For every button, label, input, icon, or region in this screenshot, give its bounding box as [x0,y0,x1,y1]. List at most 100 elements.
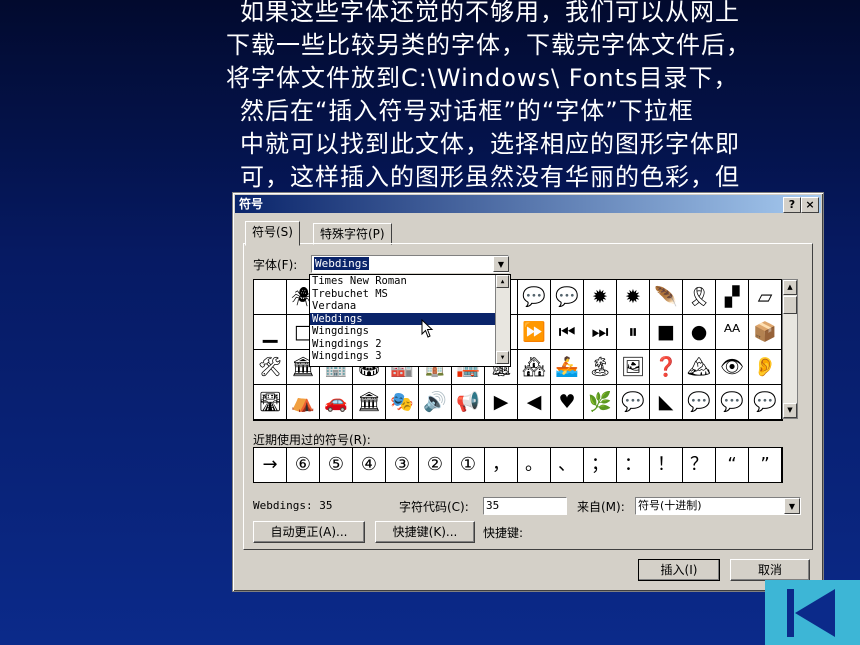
symbol-cell[interactable]: 👁 [716,350,749,385]
recent-symbol[interactable]: ② [419,448,452,482]
symbol-cell[interactable]: ♥ [551,385,584,420]
symbol-cell[interactable]: ✹ [617,280,650,315]
scroll-up-icon[interactable]: ▲ [496,275,509,288]
symbol-cell[interactable]: ⛺ [287,385,320,420]
recent-symbol[interactable]: ； [584,448,617,482]
recent-symbol[interactable]: ！ [650,448,683,482]
back-nav-button[interactable] [765,580,860,645]
dialog-titlebar: 符号 ? × [235,195,821,213]
font-dropdown-list[interactable]: Times New Roman Trebuchet MS Verdana Web… [309,274,511,367]
symbol-cell[interactable]: ❓ [650,350,683,385]
font-list-scrollbar[interactable]: ▲ ▼ [495,275,510,364]
recent-symbol[interactable]: ？ [683,448,716,482]
font-dropdown-arrow[interactable]: ▼ [493,256,509,272]
tab-symbols[interactable]: 符号(S) [245,221,300,246]
from-dropdown-arrow[interactable]: ▼ [784,498,800,514]
recent-symbol[interactable]: ” [749,448,782,482]
char-code-label: 字符代码(C): [399,500,469,514]
recent-symbol[interactable]: ， [485,448,518,482]
symbol-cell[interactable]: ◀ [518,385,551,420]
insert-button[interactable]: 插入(I) [638,559,720,581]
symbol-cell[interactable]: 🏔 [683,350,716,385]
recent-symbol[interactable]: ⑤ [320,448,353,482]
symbol-cell[interactable]: 🎭 [386,385,419,420]
symbol-cell[interactable]: 🖼 [617,350,650,385]
scroll-down-icon[interactable]: ▼ [783,403,797,418]
close-button[interactable]: × [801,197,819,213]
char-info: Webdings: 35 [253,499,333,512]
font-option-selected[interactable]: Webdings [310,312,510,325]
recent-symbols-label: 近期使用过的符号(R): [253,433,371,447]
font-label: 字体(F): [253,258,298,272]
scroll-thumb[interactable] [783,296,797,314]
symbol-cell[interactable]: 💬 [551,280,584,315]
font-select-value: Webdings [314,257,369,270]
symbol-cell[interactable]: 🎗 [683,280,716,315]
symbol-cell[interactable]: ▶ [485,385,518,420]
recent-symbol[interactable]: → [254,448,287,482]
symbol-cell[interactable]: 🛠 [254,350,287,385]
autocorrect-button[interactable]: 自动更正(A)... [253,521,365,543]
font-option[interactable]: Wingdings 3 [310,350,510,363]
char-code-input[interactable]: 35 [483,497,567,515]
font-option[interactable]: Wingdings [310,325,510,338]
symbol-cell[interactable]: 💬 [749,385,782,420]
symbol-cell[interactable]: ⏮ [551,315,584,350]
scroll-down-icon[interactable]: ▼ [496,351,509,364]
symbol-cell[interactable]: 🌿 [584,385,617,420]
from-select[interactable]: 符号(十进制) [635,497,801,515]
symbol-cell[interactable]: 👂 [749,350,782,385]
slide-line: 然后在“插入符号对话框”的“字体”下拉框 [240,97,694,125]
symbol-cell[interactable]: ▞ [716,280,749,315]
symbol-cell[interactable]: 💬 [683,385,716,420]
symbol-cell[interactable]: 🚣 [551,350,584,385]
recent-symbol[interactable]: ： [617,448,650,482]
font-option[interactable]: Verdana [310,300,510,313]
recent-symbol[interactable]: ① [452,448,485,482]
symbol-cell[interactable]: ▁ [254,315,287,350]
recent-symbol[interactable]: ③ [386,448,419,482]
symbol-cell[interactable]: ◣ [650,385,683,420]
cancel-button[interactable]: 取消 [730,559,810,581]
symbol-cell[interactable]: 💬 [716,385,749,420]
slide-text: 如果这些字体还觉的不够用，我们可以从网上 下载一些比较另类的字体，下载完字体文件… [226,0,826,194]
symbol-grid-scrollbar[interactable]: ▲ ▼ [782,279,798,419]
tab-special-characters[interactable]: 特殊字符(P) [313,223,392,245]
symbol-cell[interactable]: ▱ [749,280,782,315]
symbol-cell[interactable]: 🛣 [254,385,287,420]
symbol-cell[interactable]: 🏘 [518,350,551,385]
scroll-up-icon[interactable]: ▲ [783,280,797,295]
recent-symbol[interactable]: 、 [551,448,584,482]
dialog-title: 符号 [239,197,264,211]
recent-symbol[interactable]: 。 [518,448,551,482]
recent-symbol[interactable]: “ [716,448,749,482]
slide-line: 可，这样插入的图形虽然没有华丽的色彩，但 [240,163,740,191]
symbol-cell[interactable]: 🏛 [353,385,386,420]
help-button[interactable]: ? [783,197,801,213]
symbol-cell[interactable]: ● [683,315,716,350]
symbol-cell[interactable]: ⏩ [518,315,551,350]
recent-symbol[interactable]: ⑥ [287,448,320,482]
symbol-cell[interactable] [254,280,287,315]
symbol-cell[interactable]: 🚗 [320,385,353,420]
font-option[interactable]: Wingdings 2 [310,338,510,351]
symbol-cell[interactable]: ⏭ [584,315,617,350]
recent-symbol[interactable]: ④ [353,448,386,482]
font-select[interactable]: Webdings [311,255,509,273]
symbol-cell[interactable]: ⏸ [617,315,650,350]
symbol-cell[interactable]: 💬 [617,385,650,420]
symbol-cell[interactable]: ᴬᴬ [716,315,749,350]
symbol-cell[interactable]: ■ [650,315,683,350]
symbol-cell[interactable]: 🔊 [419,385,452,420]
symbol-cell[interactable]: 📢 [452,385,485,420]
symbol-cell[interactable]: 💬 [518,280,551,315]
from-label: 来自(M): [577,500,625,514]
font-option[interactable]: Times New Roman [310,275,510,288]
symbol-cell[interactable]: 📦 [749,315,782,350]
symbol-cell[interactable]: 🏝 [584,350,617,385]
font-option[interactable]: Trebuchet MS [310,288,510,301]
symbol-cell[interactable]: ✹ [584,280,617,315]
recent-symbols[interactable]: → ⑥ ⑤ ④ ③ ② ① ， 。 、 ； ： ！ ？ “ ” [253,447,783,483]
symbol-cell[interactable]: 🪶 [650,280,683,315]
shortcut-key-button[interactable]: 快捷键(K)... [375,521,475,543]
